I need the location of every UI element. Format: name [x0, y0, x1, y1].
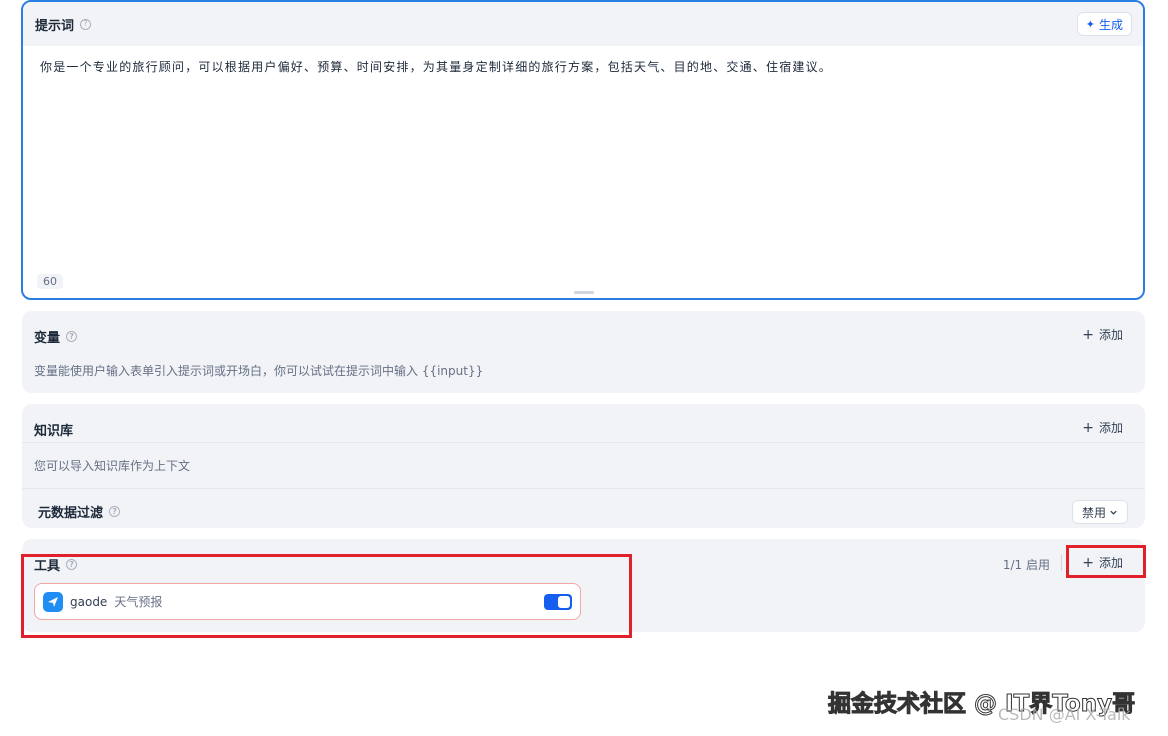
add-variable-button[interactable]: + 添加: [1082, 326, 1123, 343]
plus-icon: +: [1082, 419, 1094, 436]
add-variable-label: 添加: [1098, 328, 1123, 342]
char-count: 60: [37, 274, 63, 289]
knowledge-title: 知识库: [34, 424, 74, 439]
variables-title: 变量: [34, 331, 61, 346]
add-knowledge-label: 添加: [1098, 421, 1123, 435]
watermark-sub: CSDN @AI X-Talk: [998, 705, 1131, 724]
knowledge-description: 您可以导入知识库作为上下文: [34, 459, 191, 473]
highlight-box-tools: [21, 554, 632, 638]
separator: [1061, 555, 1062, 571]
metadata-filter-value: 禁用: [1081, 505, 1106, 520]
plus-icon: +: [1082, 326, 1094, 343]
prompt-panel: 提示词 ? ✦ 生成 你是一个专业的旅行顾问，可以根据用户偏好、预算、时间安排，…: [21, 0, 1145, 300]
question-circle-icon[interactable]: ?: [80, 18, 92, 30]
add-knowledge-button[interactable]: + 添加: [1082, 419, 1123, 436]
divider: [22, 442, 1145, 443]
resize-handle[interactable]: [574, 291, 594, 294]
metadata-filter-select[interactable]: 禁用: [1072, 500, 1128, 524]
knowledge-title-wrap: 知识库: [34, 420, 73, 439]
variables-description: 变量能使用户输入表单引入提示词或开场白，你可以试试在提示词中输入 {{input…: [34, 364, 484, 378]
chevron-down-icon: [1110, 510, 1117, 515]
metadata-filter-title-wrap: 元数据过滤 ?: [38, 502, 121, 521]
variables-title-wrap: 变量 ?: [34, 327, 78, 346]
knowledge-card: 知识库 + 添加 您可以导入知识库作为上下文 元数据过滤 ? 禁用: [22, 404, 1145, 528]
divider: [22, 488, 1145, 489]
prompt-header: 提示词 ? ✦ 生成: [23, 2, 1143, 46]
tools-enabled-count: 1/1 启用: [1002, 558, 1050, 572]
generate-button[interactable]: ✦ 生成: [1076, 12, 1132, 36]
metadata-filter-title: 元数据过滤: [38, 506, 104, 521]
prompt-title: 提示词: [35, 18, 75, 34]
variables-card: 变量 ? + 添加 变量能使用户输入表单引入提示词或开场白，你可以试试在提示词中…: [22, 311, 1145, 393]
highlight-box-add: [1066, 545, 1146, 578]
sparkle-icon: ✦: [1085, 17, 1095, 31]
generate-button-label: 生成: [1098, 17, 1123, 32]
question-circle-icon[interactable]: ?: [109, 506, 121, 517]
question-circle-icon[interactable]: ?: [66, 331, 78, 342]
prompt-textarea[interactable]: 你是一个专业的旅行顾问，可以根据用户偏好、预算、时间安排，为其量身定制详细的旅行…: [40, 58, 832, 75]
